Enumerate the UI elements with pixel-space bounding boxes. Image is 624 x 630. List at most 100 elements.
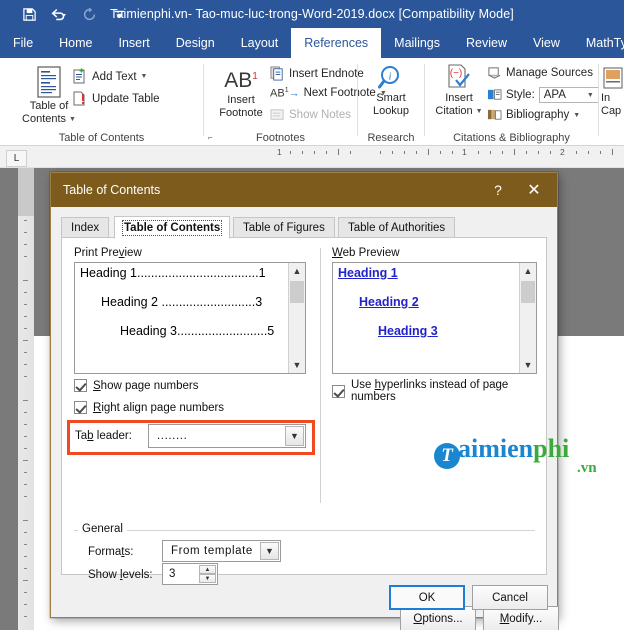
taimienphi-watermark: T aimien phi .vn bbox=[434, 434, 597, 476]
print-preview-line-3: Heading 3..........................5 bbox=[120, 324, 275, 338]
checkbox-icon[interactable] bbox=[74, 379, 87, 392]
smart-lookup-label-1: Smart bbox=[376, 92, 406, 104]
web-preview-line-3[interactable]: Heading 3 bbox=[378, 324, 438, 338]
watermark-domain: .vn bbox=[577, 460, 597, 476]
checkbox-show-page-numbers[interactable]: Show page numbers bbox=[74, 379, 198, 392]
ribbon-tab-home[interactable]: Home bbox=[46, 28, 105, 58]
ribbon-tab-mailings[interactable]: Mailings bbox=[381, 28, 453, 58]
group-label-citations: Citations & Bibliography bbox=[453, 132, 570, 144]
checkbox-use-hyperlinks-label: Use hyperlinks instead of page numbers bbox=[351, 379, 509, 403]
insert-footnote-label-1: Insert bbox=[227, 94, 255, 106]
next-footnote-icon: AB1→ bbox=[270, 87, 300, 100]
tab-table-of-figures[interactable]: Table of Figures bbox=[233, 217, 335, 238]
word-application-window: Taimienphi.vn- Tao-muc-luc-trong-Word-20… bbox=[0, 0, 624, 630]
undo-icon[interactable] bbox=[44, 1, 74, 27]
ribbon-group-table-of-contents: Table of Contents ▼ Add Text ▼ Update Ta… bbox=[0, 58, 203, 146]
customize-qat-icon[interactable] bbox=[104, 1, 134, 27]
tab-table-of-contents[interactable]: Table of Contents bbox=[114, 216, 231, 239]
ok-button[interactable]: OK bbox=[389, 585, 465, 610]
scrollbar-thumb[interactable] bbox=[521, 281, 535, 303]
insert-footnote-label-2: Footnote bbox=[219, 107, 263, 119]
ok-button-label: OK bbox=[418, 591, 436, 604]
insert-footnote-button[interactable]: AB1 Insert Footnote bbox=[210, 64, 272, 120]
ribbon-tab-insert[interactable]: Insert bbox=[106, 28, 163, 58]
update-table-button[interactable]: Update Table bbox=[72, 90, 160, 107]
bibliography-button[interactable]: Bibliography ▼ bbox=[487, 108, 580, 122]
scrollbar-thumb[interactable] bbox=[290, 281, 304, 303]
smart-lookup-button[interactable]: i Smart Lookup bbox=[360, 64, 422, 118]
vruler-top-margin bbox=[18, 168, 34, 216]
dialog-body: Index Table of Contents Table of Figures… bbox=[51, 207, 559, 630]
horizontal-ruler[interactable]: 1 1 2 bbox=[0, 146, 624, 314]
style-selector[interactable]: Style: APA ▼ bbox=[487, 87, 599, 103]
watermark-logo-icon: T bbox=[434, 443, 460, 469]
chevron-down-icon[interactable]: ▼ bbox=[587, 92, 594, 99]
checkbox-icon[interactable] bbox=[74, 401, 87, 414]
tab-stop-selector[interactable]: L bbox=[6, 150, 27, 167]
show-levels-spinner[interactable]: 3 ▲ ▼ bbox=[162, 563, 218, 585]
print-preview-label: Print Preview bbox=[74, 247, 142, 259]
svg-text:(−): (−) bbox=[450, 68, 463, 79]
help-icon[interactable]: ? bbox=[483, 173, 513, 207]
ribbon-group-captions: In Cap bbox=[599, 58, 624, 146]
footnotes-dialog-launcher-icon[interactable]: ⌐ bbox=[208, 133, 213, 142]
insert-endnote-label: Insert Endnote bbox=[289, 67, 364, 80]
bibliography-label: Bibliography bbox=[506, 109, 570, 121]
spinner-down-icon[interactable]: ▼ bbox=[199, 574, 216, 583]
scroll-up-icon[interactable]: ▲ bbox=[520, 263, 536, 279]
scroll-up-icon[interactable]: ▲ bbox=[289, 263, 305, 279]
close-icon[interactable]: ✕ bbox=[515, 173, 553, 207]
ribbon-tab-view[interactable]: View bbox=[520, 28, 573, 58]
dialog-title-bar[interactable]: Table of Contents ? ✕ bbox=[51, 173, 557, 207]
chevron-down-icon[interactable]: ▼ bbox=[285, 426, 304, 446]
web-preview-line-1[interactable]: Heading 1 bbox=[338, 266, 398, 280]
chevron-down-icon: ▼ bbox=[475, 108, 483, 115]
web-preview-line-2[interactable]: Heading 2 bbox=[359, 295, 419, 309]
print-preview-scrollbar[interactable]: ▲ ▼ bbox=[288, 263, 305, 373]
ribbon-tab-file[interactable]: File bbox=[0, 28, 46, 58]
ribbon: Table of Contents ▼ Add Text ▼ Update Ta… bbox=[0, 58, 624, 146]
add-text-button[interactable]: Add Text ▼ bbox=[72, 68, 147, 85]
tab-table-of-authorities[interactable]: Table of Authorities bbox=[338, 217, 456, 238]
show-notes-label: Show Notes bbox=[289, 109, 352, 121]
insert-footnote-icon: AB1 bbox=[224, 69, 258, 92]
redo-icon[interactable] bbox=[74, 1, 104, 27]
scroll-down-icon[interactable]: ▼ bbox=[289, 357, 305, 373]
manage-sources-button[interactable]: Manage Sources bbox=[487, 66, 593, 80]
group-label-footnotes: Footnotes bbox=[256, 132, 305, 144]
ribbon-tab-references[interactable]: References bbox=[291, 28, 382, 58]
insert-caption-button[interactable]: In Cap bbox=[601, 66, 624, 118]
ribbon-tab-layout[interactable]: Layout bbox=[228, 28, 292, 58]
checkbox-right-align-page-numbers[interactable]: Right align page numbers bbox=[74, 401, 224, 414]
svg-text:i: i bbox=[388, 71, 391, 83]
checkbox-use-hyperlinks[interactable]: Use hyperlinks instead of page numbers bbox=[332, 379, 546, 403]
update-table-icon bbox=[73, 91, 85, 106]
add-text-icon bbox=[73, 68, 85, 84]
save-icon[interactable] bbox=[14, 1, 44, 27]
vertical-ruler[interactable] bbox=[18, 168, 34, 630]
cancel-button[interactable]: Cancel bbox=[472, 585, 548, 610]
tab-index[interactable]: Index bbox=[61, 217, 110, 238]
insert-endnote-button[interactable]: Insert Endnote bbox=[270, 66, 364, 81]
chevron-down-icon[interactable]: ▼ bbox=[260, 542, 279, 560]
web-preview-scrollbar[interactable]: ▲ ▼ bbox=[519, 263, 536, 373]
formats-combobox[interactable]: From template ▼ bbox=[162, 540, 281, 562]
add-text-label: Add Text bbox=[92, 70, 137, 83]
chevron-down-icon: ▼ bbox=[573, 111, 581, 119]
tab-index-label: Index bbox=[71, 222, 100, 234]
show-levels-label: Show levels: bbox=[88, 569, 153, 581]
tab-leader-combobox[interactable]: ........ ▼ bbox=[148, 424, 306, 448]
ribbon-tab-design[interactable]: Design bbox=[163, 28, 228, 58]
group-label-table-of-contents: Table of Contents bbox=[58, 132, 145, 144]
ribbon-tab-review[interactable]: Review bbox=[453, 28, 520, 58]
manage-sources-icon bbox=[488, 67, 501, 79]
insert-citation-button[interactable]: (−) Insert Citation ▼ bbox=[429, 64, 489, 118]
scroll-down-icon[interactable]: ▼ bbox=[520, 357, 536, 373]
spinner-up-icon[interactable]: ▲ bbox=[199, 565, 216, 574]
ribbon-group-footnotes: AB1 Insert Footnote Insert Endnote AB1→ … bbox=[204, 58, 387, 146]
spinner-buttons[interactable]: ▲ ▼ bbox=[199, 565, 216, 583]
insert-caption-icon bbox=[603, 67, 623, 89]
checkbox-icon[interactable] bbox=[332, 384, 345, 398]
update-table-label: Update Table bbox=[92, 92, 160, 105]
ribbon-tab-mathtype[interactable]: MathType bbox=[573, 28, 624, 58]
